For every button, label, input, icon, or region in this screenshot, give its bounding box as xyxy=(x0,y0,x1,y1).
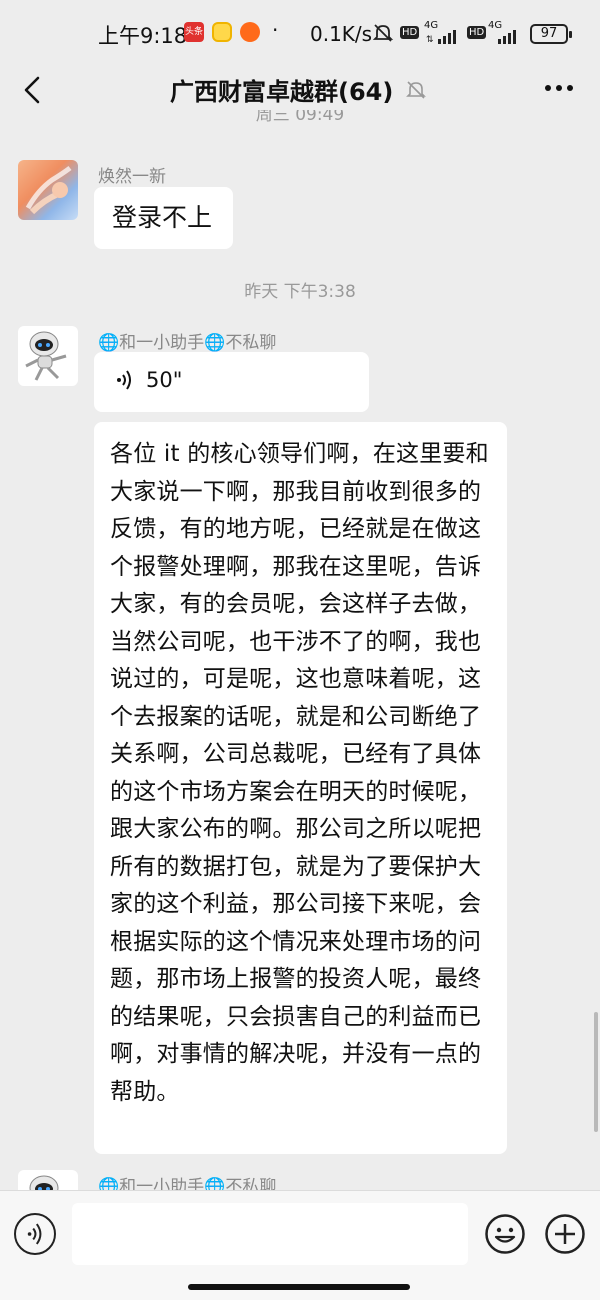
voice-duration: 50" xyxy=(146,368,183,392)
toutiao-app-icon: 头条 xyxy=(184,22,204,42)
message-text: 登录不上 xyxy=(112,203,213,232)
home-indicator[interactable] xyxy=(188,1284,410,1290)
hand-avatar-image xyxy=(25,165,72,215)
signal-icon-2 xyxy=(498,30,516,44)
plus-icon[interactable] xyxy=(544,1213,586,1255)
taobao-app-icon xyxy=(240,22,260,42)
robot-icon xyxy=(25,331,67,381)
chat-title: 广西财富卓越群(64) xyxy=(170,78,394,106)
emoji-icon[interactable] xyxy=(484,1213,526,1255)
status-bar: 上午9:18 头条 · 0.1K/s HD 4G ⇅ HD 4G 97 xyxy=(0,0,600,62)
message-input[interactable] xyxy=(72,1203,468,1265)
message-timestamp: 昨天 下午3:38 xyxy=(244,282,356,302)
status-time: 上午9:18 xyxy=(98,24,188,48)
sender-name: 焕然一新 xyxy=(98,167,166,187)
message-bubble[interactable]: 登录不上 xyxy=(94,187,233,249)
voice-wave-icon xyxy=(117,370,131,390)
clipped-timestamp: 周三 09:49 xyxy=(255,110,345,125)
notification-app-icon xyxy=(212,22,232,42)
avatar[interactable] xyxy=(18,160,78,220)
signal-icon-1: ⇅ xyxy=(426,30,456,44)
sender-name: 🌐和一小助手🌐不私聊 xyxy=(98,333,277,353)
battery-icon: 97 xyxy=(530,24,572,44)
back-arrow-icon[interactable] xyxy=(18,72,48,108)
scrollbar-thumb[interactable] xyxy=(594,1012,598,1132)
message-text: 各位 it 的核心领导们啊，在这里要和大家说一下啊，那我目前收到很多的反馈，有的… xyxy=(110,441,489,1105)
robot-avatar[interactable] xyxy=(18,326,78,386)
svg-text:⇅: ⇅ xyxy=(426,35,434,44)
network-speed: 0.1K/s xyxy=(310,22,373,46)
more-icon[interactable] xyxy=(544,84,574,92)
hd-icon-2: HD xyxy=(467,26,487,39)
status-dot: · xyxy=(272,18,279,42)
bell-off-icon xyxy=(406,80,427,99)
mute-status-icon xyxy=(372,24,394,42)
voice-message-bubble[interactable]: 50" xyxy=(94,352,369,412)
hd-icon: HD xyxy=(400,26,420,39)
chat-title-group: 广西财富卓越群(64) xyxy=(170,72,427,107)
message-bubble[interactable]: 各位 it 的核心领导们啊，在这里要和大家说一下啊，那我目前收到很多的反馈，有的… xyxy=(94,422,507,1154)
voice-input-icon[interactable] xyxy=(14,1213,56,1255)
